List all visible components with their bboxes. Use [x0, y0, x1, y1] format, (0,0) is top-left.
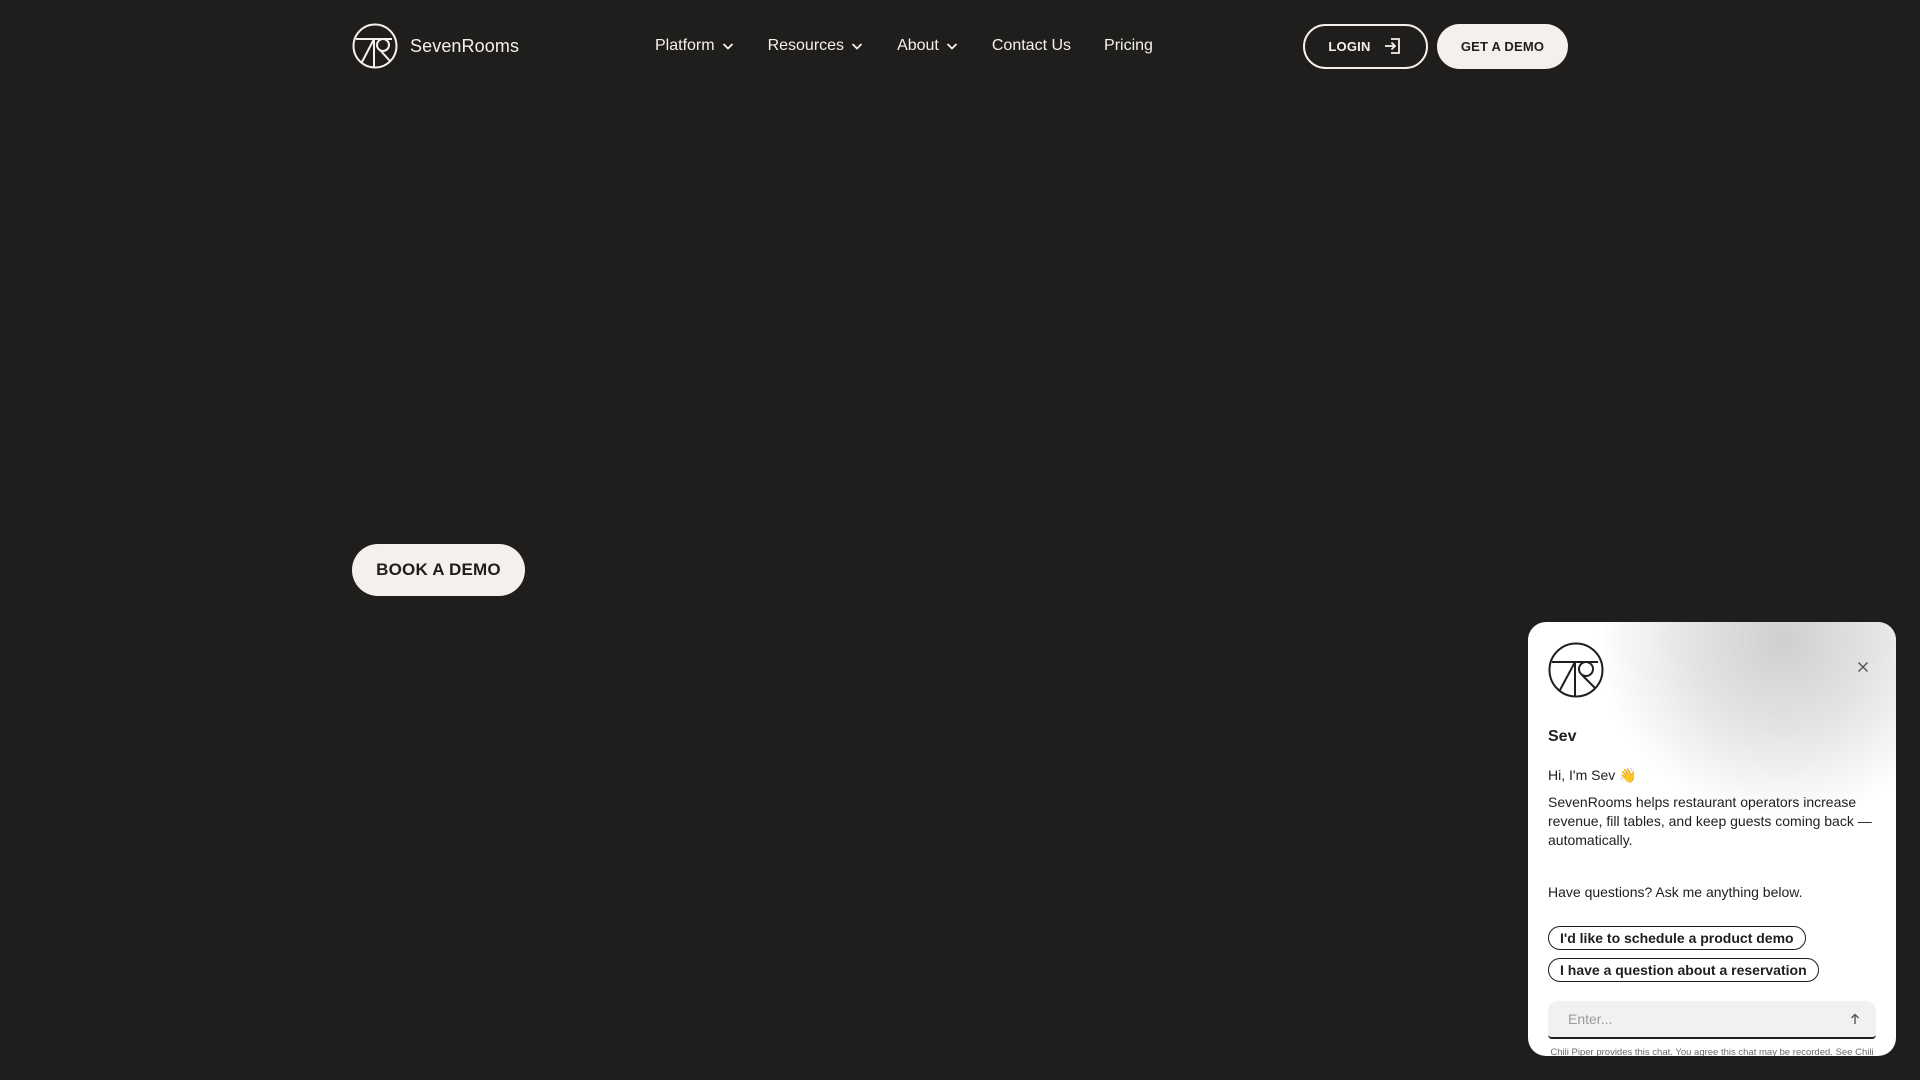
book-demo-button[interactable]: BOOK A DEMO — [352, 544, 525, 596]
login-button[interactable]: LOGIN — [1303, 23, 1428, 69]
chat-body: Sev Hi, I'm Sev 👋 SevenRooms helps resta… — [1548, 642, 1876, 1056]
arrow-up-icon — [1851, 1013, 1859, 1024]
logo-link[interactable]: SevenRooms — [352, 23, 519, 69]
chat-widget: Sev Hi, I'm Sev 👋 SevenRooms helps resta… — [1528, 622, 1896, 1056]
sevenrooms-logo-icon — [352, 23, 398, 69]
nav-label: Contact Us — [991, 37, 1072, 54]
main-nav: Platform Resources About Contact Us Pric… — [655, 22, 1153, 70]
chat-disclaimer: Chili Piper provides this chat. You agre… — [1548, 1047, 1876, 1056]
chevron-down-icon — [946, 43, 958, 50]
page: SevenRooms Platform Resources About Cont… — [0, 0, 1920, 1080]
header-actions: LOGIN GET A DEMO — [1303, 22, 1568, 70]
disclaimer-text: Chili Piper provides this chat. You agre… — [1550, 1047, 1853, 1056]
nav-item-platform[interactable]: Platform — [655, 37, 735, 55]
chevron-down-icon — [722, 43, 733, 50]
login-label: LOGIN — [1328, 38, 1371, 54]
site-header: SevenRooms Platform Resources About Cont… — [352, 22, 1568, 70]
nav-item-pricing[interactable]: Pricing — [1104, 37, 1153, 55]
brand-name: SevenRooms — [410, 35, 520, 56]
nav-label: About — [897, 37, 939, 54]
chat-greeting: Hi, I'm Sev 👋 — [1548, 767, 1637, 783]
chevron-down-icon — [851, 43, 863, 50]
chat-input-wrapper — [1548, 1001, 1876, 1039]
nav-item-resources[interactable]: Resources — [768, 37, 864, 55]
login-arrow-icon — [1384, 38, 1400, 54]
nav-item-contact[interactable]: Contact Us — [992, 37, 1071, 55]
send-button[interactable] — [1848, 1012, 1862, 1026]
chat-message: Hi, I'm Sev 👋 SevenRooms helps restauran… — [1548, 766, 1876, 910]
nav-label: Platform — [655, 37, 715, 54]
chat-intro: SevenRooms helps restaurant operators in… — [1548, 794, 1872, 848]
nav-label: Pricing — [1104, 37, 1153, 54]
chat-prompt: Have questions? Ask me anything below. — [1548, 884, 1803, 900]
close-icon — [1858, 662, 1868, 672]
chat-bot-name: Sev — [1548, 728, 1577, 745]
quick-reply-reservation[interactable]: I have a question about a reservation — [1548, 958, 1819, 982]
nav-label: Resources — [767, 37, 845, 54]
sev-avatar-icon — [1548, 642, 1604, 698]
quick-reply-demo[interactable]: I'd like to schedule a product demo — [1548, 926, 1806, 950]
chat-close-button[interactable] — [1854, 658, 1872, 676]
get-demo-button[interactable]: GET A DEMO — [1437, 23, 1568, 69]
quick-replies: I'd like to schedule a product demo I ha… — [1548, 926, 1819, 982]
chat-input[interactable] — [1568, 1011, 1848, 1027]
nav-item-about[interactable]: About — [897, 37, 959, 55]
